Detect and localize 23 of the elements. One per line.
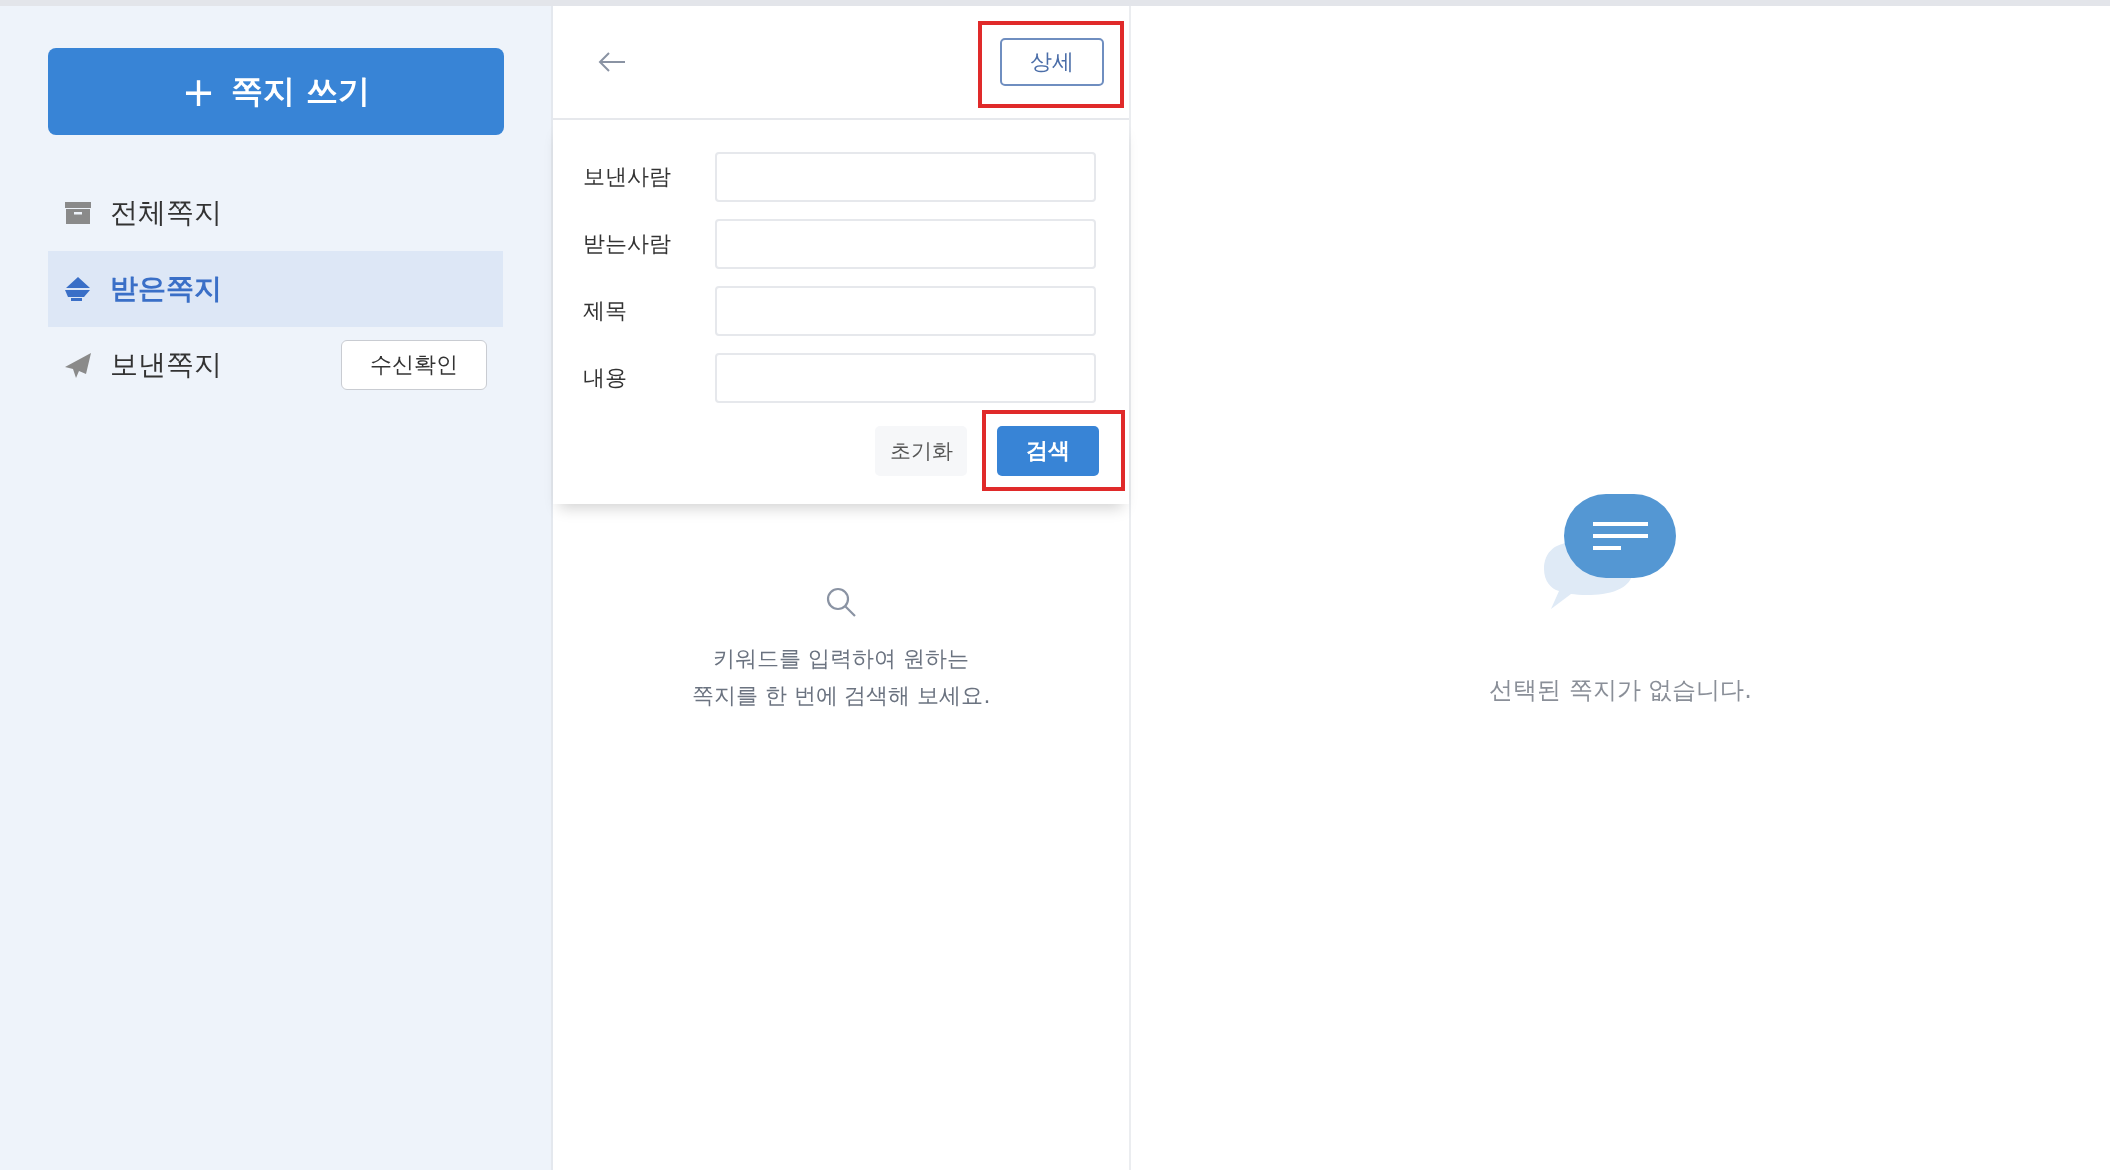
paper-plane-icon [64,351,92,379]
read-receipt-button[interactable]: 수신확인 [341,340,487,390]
input-field[interactable] [715,353,1096,403]
empty-message: 선택된 쪽지가 없습니다. [1489,675,1752,706]
field-label: 받는사람 [583,230,672,258]
compose-button[interactable]: + 쪽지 쓰기 [48,48,504,135]
reset-button[interactable]: 초기화 [875,426,967,476]
archive-icon [64,199,92,227]
search-icon [825,586,857,618]
sidebar-item[interactable]: 보낸쪽지 수신확인 [48,327,503,403]
empty-search-hint: 키워드를 입력하여 원하는 쪽지를 한 번에 검색해 보세요. [691,645,991,710]
detail-button[interactable]: 상세 [1000,38,1104,86]
sidebar-item[interactable]: 받은쪽지 [48,251,503,327]
input-field[interactable] [715,152,1096,202]
tray-icon [64,275,92,303]
field-label: 보낸사람 [583,163,672,191]
field-label: 내용 [583,364,628,392]
sidebar-item[interactable]: 전체쪽지 [48,175,503,251]
input-field[interactable] [715,219,1096,269]
search-button[interactable]: 검색 [997,426,1099,476]
input-field[interactable] [715,286,1096,336]
back-arrow-icon[interactable] [597,50,627,74]
field-label: 제목 [583,297,628,325]
